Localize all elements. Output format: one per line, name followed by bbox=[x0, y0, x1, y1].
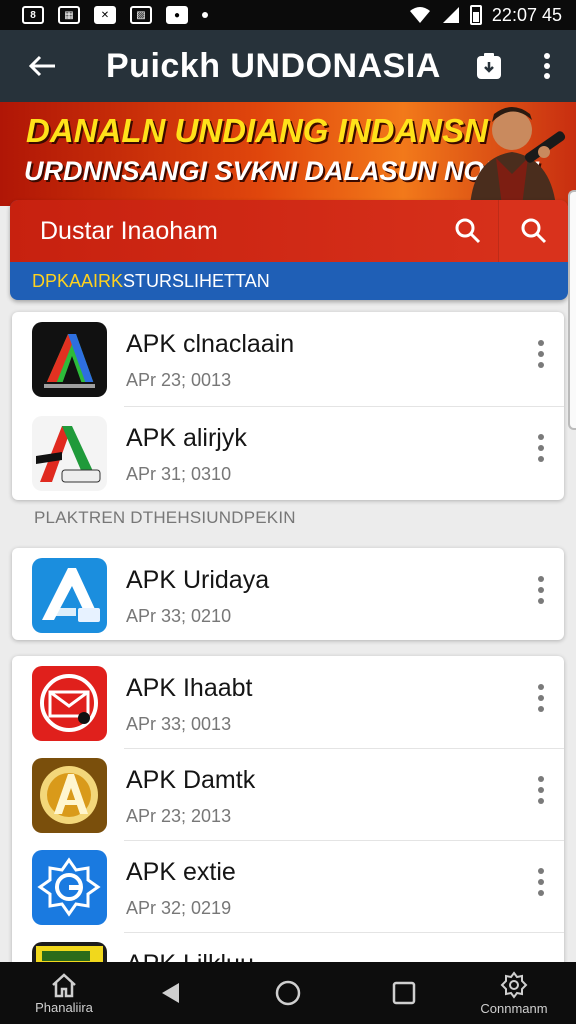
message-icon: ● bbox=[166, 6, 188, 24]
search-filter-bar[interactable]: DPKAAIRK STURSLIHETTAN bbox=[10, 262, 568, 300]
filter-text: STURSLIHETTAN bbox=[123, 270, 270, 291]
app-name: APK alirjyk bbox=[126, 424, 247, 452]
app-list-card: APK Uridaya APr 33; 0210 bbox=[12, 548, 564, 640]
page-title: Puickh UNDONASIA bbox=[106, 46, 441, 85]
search-icon bbox=[521, 218, 546, 244]
signal-icon bbox=[442, 7, 459, 23]
app-date: APr 23; 0013 bbox=[126, 370, 232, 390]
pin-icon: ✕ bbox=[94, 6, 116, 24]
app-name: APK Uridaya bbox=[126, 566, 270, 594]
overflow-menu-button[interactable] bbox=[518, 52, 576, 80]
app-date: APr 33; 0210 bbox=[126, 606, 232, 626]
back-triangle-icon bbox=[162, 983, 179, 1003]
image-icon: ▨ bbox=[130, 6, 152, 24]
item-menu-button[interactable] bbox=[536, 576, 546, 604]
list-item[interactable]: APK extie APr 32; 0219 bbox=[12, 840, 564, 932]
app-list-card: APK Ihaabt APr 33; 0013 APK Damtk APr 23… bbox=[12, 656, 564, 986]
nav-home-circle-button[interactable] bbox=[268, 962, 308, 1024]
search-card: Dustar Inaoham DPKAAIRK STURSLIHETTAN bbox=[10, 200, 568, 300]
search-bar: Dustar Inaoham bbox=[10, 200, 568, 262]
app-name: APK extie bbox=[126, 858, 236, 886]
nav-settings-label: Connmanm bbox=[480, 1000, 548, 1016]
more-notifications-icon bbox=[202, 12, 208, 18]
app-name: APK Damtk bbox=[126, 766, 256, 794]
item-menu-button[interactable] bbox=[536, 434, 546, 462]
item-menu-button[interactable] bbox=[536, 684, 546, 712]
download-icon bbox=[477, 53, 501, 79]
download-button[interactable] bbox=[460, 51, 518, 81]
item-menu-button[interactable] bbox=[536, 868, 546, 896]
app-name: APK clnaclaain bbox=[126, 330, 295, 358]
promo-banner[interactable]: DANALN UNDIANG INDANSN URDNNSANGI SVKNI … bbox=[0, 102, 576, 206]
apk-a-dark-icon bbox=[32, 322, 107, 397]
status-time: 22:07 45 bbox=[491, 4, 562, 25]
back-button[interactable] bbox=[0, 54, 84, 78]
home-icon bbox=[52, 972, 76, 997]
wifi-icon bbox=[409, 7, 430, 23]
status-bar: 8 ▦ ✕ ▨ ● 22:07 45 bbox=[0, 0, 576, 30]
back-arrow-icon bbox=[28, 55, 55, 77]
apk-mail-red-icon bbox=[32, 666, 107, 741]
battery-icon bbox=[469, 5, 482, 25]
nav-back-button[interactable] bbox=[150, 962, 190, 1024]
nav-settings-button[interactable]: Connmanm bbox=[472, 962, 556, 1024]
scroll-handle[interactable] bbox=[568, 190, 576, 430]
section-label: PLAKTREN DTHEHSIUNDPEKIN bbox=[34, 508, 296, 527]
nav-home-label: Phanaliira bbox=[35, 999, 93, 1015]
list-item[interactable]: APK Damtk APr 23; 2013 bbox=[12, 748, 564, 840]
app-date: APr 32; 0219 bbox=[126, 898, 232, 918]
apk-gear-blue-icon bbox=[32, 850, 107, 925]
search-input[interactable]: Dustar Inaoham bbox=[10, 217, 438, 246]
notification-icon: 8 bbox=[22, 6, 44, 24]
apk-a-gold-icon bbox=[32, 758, 107, 833]
recents-square-icon bbox=[392, 981, 416, 1005]
settings-gear-icon bbox=[500, 970, 528, 999]
app-name: APK Ihaabt bbox=[126, 674, 253, 702]
list-item[interactable]: APK alirjyk APr 31; 0310 bbox=[12, 406, 564, 500]
search-button[interactable] bbox=[438, 217, 498, 245]
item-menu-button[interactable] bbox=[536, 340, 546, 368]
app-date: APr 23; 2013 bbox=[126, 806, 232, 826]
app-list-card: APK clnaclaain APr 23; 0013 APK alirjyk … bbox=[12, 312, 564, 500]
app-date: APr 31; 0310 bbox=[126, 464, 232, 484]
banner-person-image bbox=[470, 107, 566, 206]
search-submit-button[interactable] bbox=[498, 200, 568, 262]
search-icon bbox=[455, 218, 481, 244]
more-vertical-icon bbox=[544, 53, 550, 79]
list-item[interactable]: APK Ihaabt APr 33; 0013 bbox=[12, 656, 564, 748]
apk-a-blue-icon bbox=[32, 558, 107, 633]
app-bar: Puickh UNDONASIA bbox=[0, 30, 576, 102]
banner-headline: DANALN UNDIANG INDANSN bbox=[26, 112, 488, 149]
list-item[interactable]: APK Uridaya APr 33; 0210 bbox=[12, 548, 564, 640]
filter-highlight: DPKAAIRK bbox=[32, 270, 124, 291]
nav-home-button[interactable]: Phanaliira bbox=[22, 962, 106, 1024]
home-circle-icon bbox=[275, 980, 301, 1006]
app-date: APr 33; 0013 bbox=[126, 714, 232, 734]
bottom-navigation: Phanaliira Connmanm bbox=[0, 962, 576, 1024]
apk-a-red-green-icon bbox=[32, 416, 107, 491]
item-menu-button[interactable] bbox=[536, 776, 546, 804]
list-item[interactable]: APK clnaclaain APr 23; 0013 bbox=[12, 312, 564, 406]
nav-recents-button[interactable] bbox=[384, 962, 424, 1024]
gallery-icon: ▦ bbox=[58, 6, 80, 24]
